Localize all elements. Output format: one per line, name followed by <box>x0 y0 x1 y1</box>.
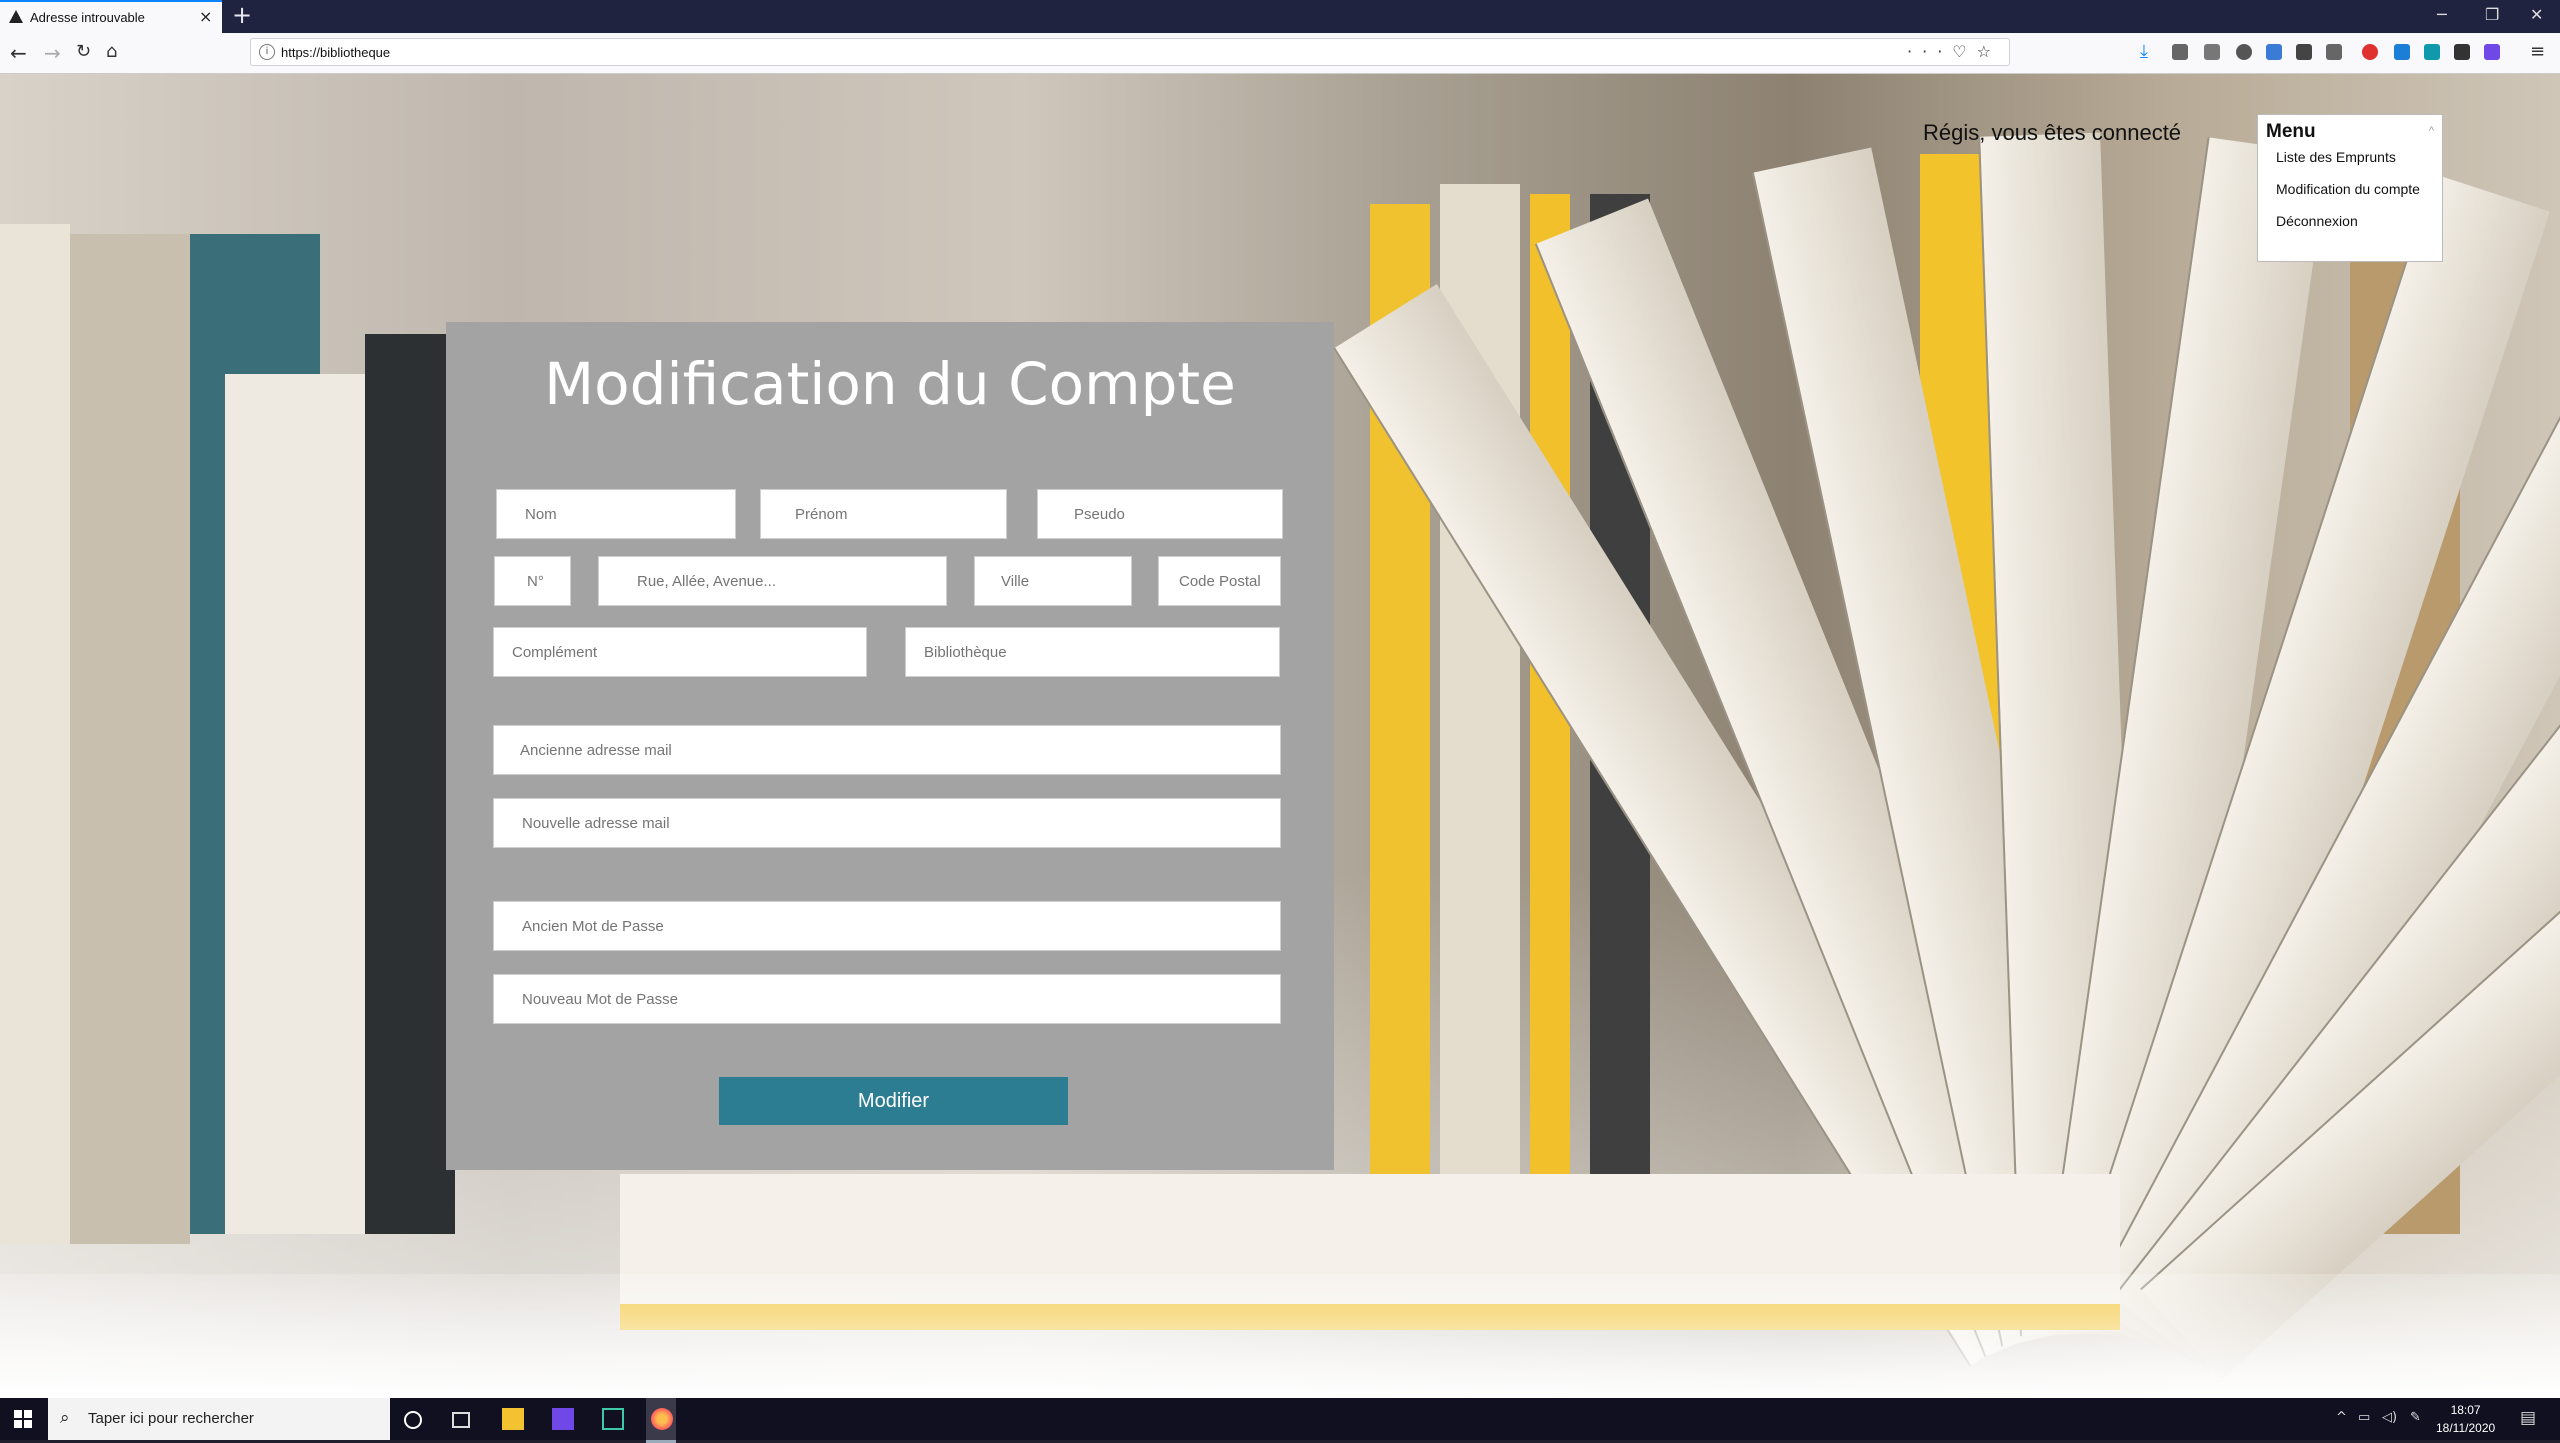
library-icon[interactable] <box>2172 44 2188 60</box>
menu-title: Menu <box>2266 121 2316 142</box>
account-form: Modification du Compte Modifier <box>446 322 1334 1170</box>
taskbar: ⌕ Taper ici pour rechercher ^ ▭ ◁) ✎ 18:… <box>0 1398 2560 1443</box>
new-tab-button[interactable]: + <box>232 1 252 29</box>
grid-icon[interactable] <box>2454 44 2470 60</box>
clock-time: 18:07 <box>2450 1403 2481 1417</box>
ancien-mdp-input[interactable] <box>493 901 1281 951</box>
barcode-icon[interactable] <box>2296 44 2312 60</box>
task-view-icon[interactable] <box>452 1412 470 1428</box>
search-placeholder: Taper ici pour rechercher <box>88 1410 254 1427</box>
pseudo-input[interactable] <box>1037 489 1283 539</box>
prenom-input[interactable] <box>760 489 1007 539</box>
minimize-icon[interactable]: ─ <box>2437 5 2447 24</box>
clock-date: 18/11/2020 <box>2436 1421 2496 1435</box>
background-book <box>225 374 365 1234</box>
back-icon[interactable]: ← <box>10 41 27 65</box>
browser-tab[interactable]: Adresse introuvable × <box>0 0 222 33</box>
menu-item-deconnexion[interactable]: Déconnexion <box>2276 213 2358 229</box>
background-book <box>70 234 190 1244</box>
account-icon[interactable] <box>2236 44 2252 60</box>
complement-input[interactable] <box>493 627 867 677</box>
onenote-taskbar-icon[interactable] <box>552 1408 574 1430</box>
tab-title: Adresse introuvable <box>30 10 145 25</box>
network-icon[interactable]: ▭ <box>2358 1410 2370 1425</box>
translate-icon[interactable] <box>2266 44 2282 60</box>
ville-input[interactable] <box>974 556 1132 606</box>
extension-icon[interactable] <box>2326 44 2342 60</box>
cortana-icon[interactable] <box>404 1411 422 1429</box>
hamburger-menu-icon[interactable]: ≡ <box>2530 41 2545 62</box>
home-icon[interactable]: ⌂ <box>106 41 117 62</box>
extension-badge-icon[interactable] <box>2394 44 2410 60</box>
app-icon[interactable] <box>602 1408 624 1430</box>
windows-start-icon[interactable] <box>14 1410 32 1428</box>
ublock-icon[interactable] <box>2362 44 2378 60</box>
nom-input[interactable] <box>496 489 736 539</box>
info-icon[interactable]: i <box>259 44 275 60</box>
close-window-icon[interactable]: ✕ <box>2530 5 2543 24</box>
numero-input[interactable] <box>494 556 571 606</box>
page-actions[interactable]: ···♡☆ <box>1907 42 2001 61</box>
browser-nav-bar: ← → ↻ ⌂ i https://bibliotheque ···♡☆ ⤓ ≡ <box>0 33 2560 74</box>
pen-icon[interactable]: ✎ <box>2410 1410 2421 1425</box>
firefox-icon[interactable] <box>651 1408 673 1430</box>
form-title: Modification du Compte <box>544 350 1236 418</box>
warning-icon <box>9 10 23 23</box>
clock[interactable]: 18:07 18/11/2020 <box>2436 1401 2495 1437</box>
modifier-button[interactable]: Modifier <box>719 1077 1068 1125</box>
chevron-up-icon[interactable]: ^ <box>2429 125 2434 137</box>
forward-icon[interactable]: → <box>44 41 61 65</box>
page-background: Régis, vous êtes connecté Menu ^ Liste d… <box>0 74 2560 1398</box>
background-book <box>0 224 70 1244</box>
nouveau-mdp-input[interactable] <box>493 974 1281 1024</box>
menu-item-emprunts[interactable]: Liste des Emprunts <box>2276 149 2396 165</box>
reload-icon[interactable]: ↻ <box>76 41 91 62</box>
table-surface <box>0 1274 2560 1398</box>
notification-icon[interactable]: ▤ <box>2520 1408 2536 1428</box>
ancien-mail-input[interactable] <box>493 725 1281 775</box>
code-postal-input[interactable] <box>1158 556 1281 606</box>
file-explorer-icon[interactable] <box>502 1408 524 1430</box>
search-icon: ⌕ <box>60 1408 70 1428</box>
menu-item-modification[interactable]: Modification du compte <box>2276 181 2420 197</box>
background-book <box>365 334 455 1234</box>
url-text[interactable]: https://bibliotheque <box>281 45 390 60</box>
skype-icon[interactable] <box>2424 44 2440 60</box>
welcome-message: Régis, vous êtes connecté <box>1923 120 2182 145</box>
rue-input[interactable] <box>598 556 947 606</box>
chevron-up-icon[interactable]: ^ <box>2336 1410 2347 1425</box>
bibliotheque-input[interactable] <box>905 627 1280 677</box>
user-menu: Menu ^ Liste des Emprunts Modification d… <box>2257 114 2443 262</box>
taskbar-search[interactable]: ⌕ Taper ici pour rechercher <box>48 1398 390 1440</box>
onenote-icon[interactable] <box>2484 44 2500 60</box>
url-bar[interactable]: i https://bibliotheque ···♡☆ <box>250 38 2010 66</box>
volume-icon[interactable]: ◁) <box>2382 1410 2397 1425</box>
close-tab-icon[interactable]: × <box>199 7 212 26</box>
download-icon[interactable]: ⤓ <box>2140 41 2156 62</box>
restore-icon[interactable]: ❐ <box>2485 5 2499 24</box>
sidebar-icon[interactable] <box>2204 44 2220 60</box>
nouveau-mail-input[interactable] <box>493 798 1281 848</box>
browser-tab-bar: Adresse introuvable × + ─ ❐ ✕ <box>0 0 2560 33</box>
